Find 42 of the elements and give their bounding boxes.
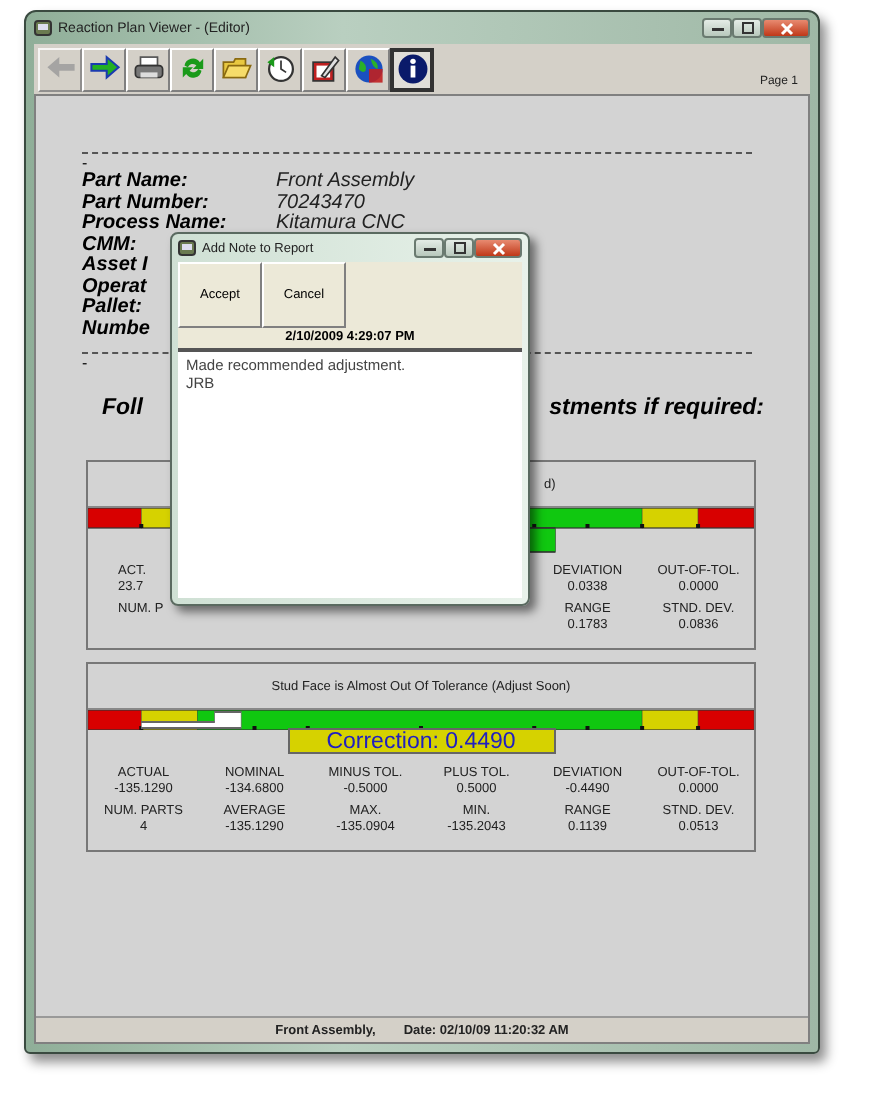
refresh-button[interactable] [170,47,214,91]
close-icon [491,241,505,255]
globe-button[interactable] [346,47,390,91]
field-value: 70243470 [276,193,365,213]
info-icon [395,52,429,86]
separator-text: - [82,154,88,172]
pencil-note-icon [307,52,341,86]
app-icon [178,240,196,256]
field-label: Operat [82,277,147,297]
minimize-button[interactable] [414,238,444,258]
maximize-button[interactable] [444,238,474,258]
section-heading: stments if required: [549,396,764,420]
correction-label: Correction: 0.4490 [287,728,555,754]
app-icon [34,20,52,36]
field-label: CMM: [82,235,137,256]
close-button[interactable] [762,18,810,38]
globe-icon [351,52,385,86]
field-value: Front Assembly [276,172,415,193]
minimize-button[interactable] [702,18,732,38]
field-label: Asset I [82,256,148,277]
maximize-icon [453,242,465,254]
forward-arrow-button[interactable] [82,47,126,91]
field-label: Pallet: [82,298,143,319]
section-heading: Foll [102,396,143,420]
minimize-icon [711,24,723,32]
field-label: Process Name: [82,214,227,235]
folder-button[interactable] [214,47,258,91]
close-icon [779,21,793,35]
field-label: Numbe [82,319,150,340]
maximize-button[interactable] [732,18,762,38]
clock-button[interactable] [258,47,302,91]
clock-icon [263,52,297,86]
field-label: Part Name: [82,172,188,193]
separator-text: - [82,354,88,372]
close-button[interactable] [474,238,522,258]
maximize-icon [741,22,753,34]
minimize-icon [423,244,435,252]
field-label: Part Number: [82,193,209,214]
pencil-note-button[interactable] [302,47,346,91]
info-button[interactable] [390,47,434,91]
printer-button[interactable] [126,47,170,91]
field-value: Kitamura CNC [276,214,405,235]
